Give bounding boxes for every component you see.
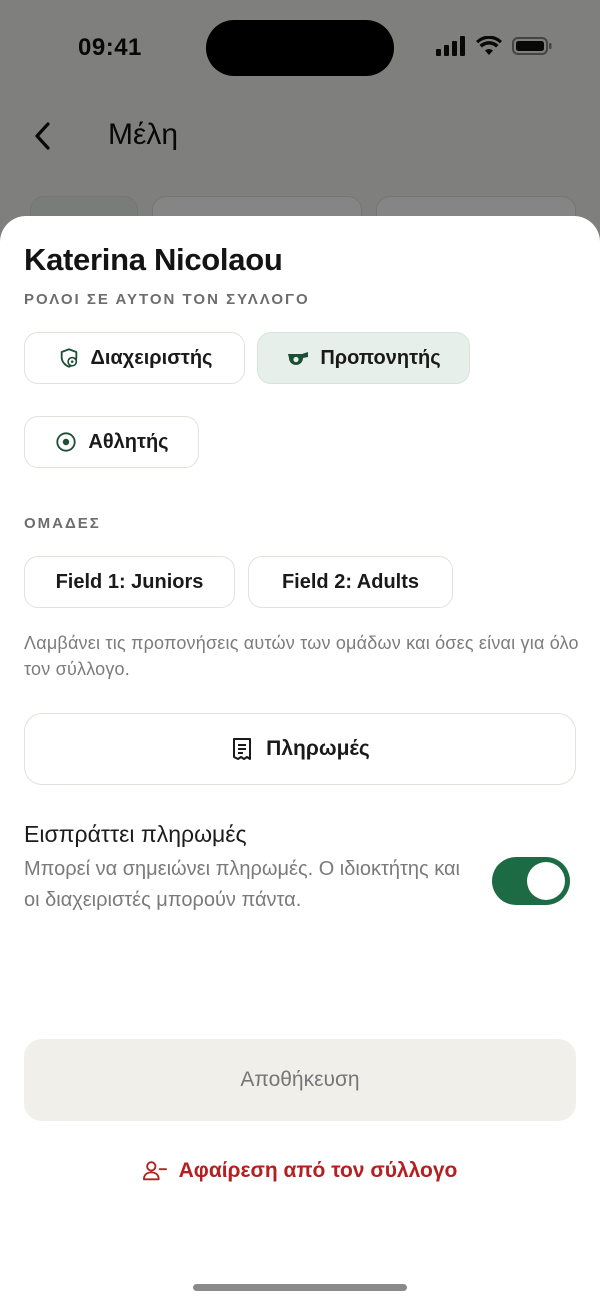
- role-chip-coach[interactable]: Προπονητής: [257, 332, 470, 384]
- member-bottom-sheet: Katerina Nicolaou ΡΟΛΟΙ ΣΕ ΑΥΤΟΝ ΤΟΝ ΣΥΛ…: [0, 216, 600, 1304]
- teams-section-label: ΟΜΑΔΕΣ: [24, 515, 101, 532]
- remove-from-club-label: Αφαίρεση από τον σύλλογο: [178, 1159, 458, 1182]
- whistle-icon: [286, 346, 310, 370]
- role-chip-label: Αθλητής: [88, 430, 169, 453]
- user-minus-icon: [142, 1159, 167, 1183]
- target-icon: [54, 430, 78, 454]
- collects-payments-toggle[interactable]: [492, 857, 570, 905]
- collects-payments-title: Εισπράττει πληρωμές: [24, 821, 247, 847]
- team-chip-label: Field 2: Adults: [281, 570, 420, 593]
- teams-hint: Λαμβάνει τις προπονήσεις αυτών των ομάδω…: [24, 633, 579, 679]
- toggle-knob: [527, 862, 565, 900]
- team-chip[interactable]: Field 2: Adults: [248, 556, 453, 608]
- role-chip-athlete[interactable]: Αθλητής: [24, 416, 199, 468]
- receipt-icon: [230, 737, 254, 761]
- role-chip-admin[interactable]: Διαχειριστής: [24, 332, 245, 384]
- team-chip[interactable]: Field 1: Juniors: [24, 556, 235, 608]
- collects-payments-description: Μπορεί να σημειώνει πληρωμές. Ο ιδιοκτήτ…: [24, 858, 460, 911]
- payments-button-label: Πληρωμές: [266, 737, 370, 760]
- shield-icon: [57, 346, 81, 370]
- save-button[interactable]: Αποθήκευση: [24, 1039, 576, 1121]
- remove-from-club-button[interactable]: Αφαίρεση από τον σύλλογο: [0, 1151, 600, 1191]
- role-chip-label: Διαχειριστής: [90, 346, 213, 369]
- payments-button[interactable]: Πληρωμές: [24, 713, 576, 785]
- role-chip-label: Προπονητής: [320, 346, 441, 369]
- home-indicator: [193, 1284, 407, 1291]
- team-chip-label: Field 1: Juniors: [55, 570, 204, 593]
- roles-section-label: ΡΟΛΟΙ ΣΕ ΑΥΤΟΝ ΤΟΝ ΣΥΛΛΟΓΟ: [24, 291, 310, 308]
- save-button-label: Αποθήκευση: [240, 1068, 360, 1091]
- member-name: Katerina Nicolaou: [24, 242, 283, 277]
